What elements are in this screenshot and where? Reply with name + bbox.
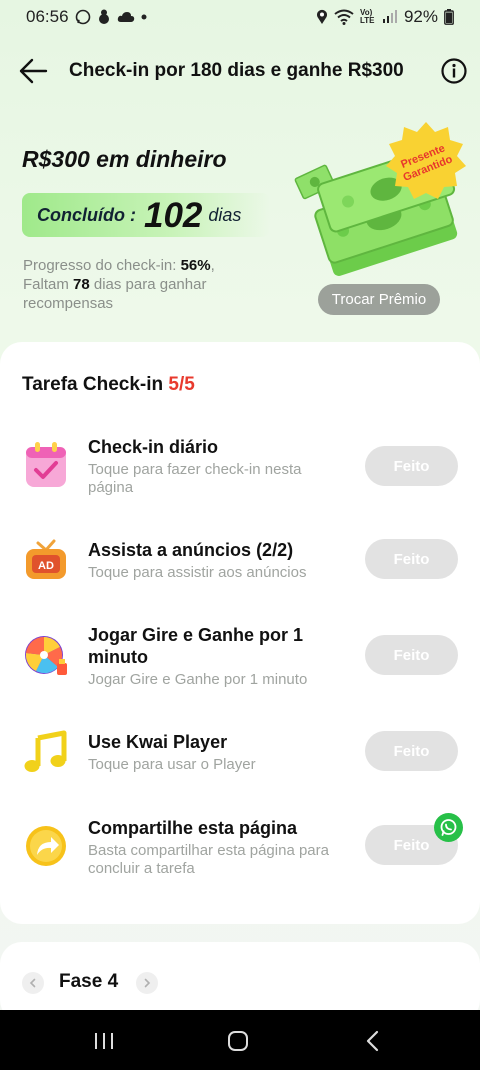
music-note-icon	[24, 730, 68, 774]
task-title: Jogar Gire e Ganhe por 1 minuto	[88, 625, 304, 667]
phase-prev-button[interactable]	[22, 972, 44, 994]
task-title: Assista a anúncios (2/2)	[88, 540, 294, 560]
task-subtitle: Jogar Gire e Ganhe por 1 minuto	[88, 671, 308, 688]
cat-notification-icon	[97, 9, 111, 25]
recent-apps-button[interactable]	[89, 1026, 119, 1056]
task-done-button[interactable]: Feito	[365, 635, 458, 675]
task-done-button[interactable]: Feito	[365, 731, 458, 771]
task-card-title-text: Tarefa Check-in	[22, 374, 169, 395]
signal-icon	[382, 10, 398, 24]
whatsapp-notification-icon	[75, 9, 91, 25]
calendar-icon	[24, 441, 68, 487]
ad-tv-icon: AD	[24, 537, 68, 581]
remaining-days: 78	[73, 276, 90, 293]
status-time: 06:56	[26, 7, 69, 26]
task-title: Use Kwai Player	[88, 732, 228, 752]
whatsapp-icon[interactable]	[434, 813, 463, 842]
task-done-button[interactable]: Feito	[365, 539, 458, 579]
status-bar: 06:56 Vo) LTE 92%	[0, 0, 480, 34]
app-header: Check-in por 180 dias e ganhe R$300	[0, 48, 480, 94]
dot-icon	[141, 14, 147, 20]
phase-label: Fase 4	[59, 971, 119, 992]
system-navigation-bar	[0, 1010, 480, 1070]
share-arrow-icon	[24, 824, 68, 868]
completed-days-value: 102	[143, 195, 203, 235]
chevron-left-icon	[29, 978, 36, 988]
chevron-left-icon	[366, 1030, 379, 1052]
home-button[interactable]	[223, 1026, 253, 1056]
spin-wheel-icon	[24, 633, 68, 677]
task-done-button[interactable]: Feito	[365, 446, 458, 486]
back-button[interactable]	[16, 54, 50, 88]
progress-percent: 56%	[180, 257, 211, 274]
task-title: Check-in diário	[88, 437, 219, 457]
recent-apps-icon	[95, 1033, 113, 1049]
progress-prefix: Progresso do check-in:	[23, 257, 181, 274]
completed-days-pill: Concluído : 102 dias	[22, 193, 270, 237]
page-title: Check-in por 180 dias e ganhe R$300	[69, 60, 404, 81]
battery-icon	[444, 9, 454, 25]
task-subtitle: Toque para usar o Player	[88, 756, 256, 773]
progress-comma: ,	[210, 257, 215, 274]
task-subtitle: Basta compartilhar esta página para conc…	[88, 842, 329, 877]
phase-next-button[interactable]	[136, 972, 158, 994]
back-arrow-icon	[19, 58, 48, 84]
svg-text:AD: AD	[38, 560, 54, 572]
swap-prize-button[interactable]: Trocar Prêmio	[318, 284, 440, 315]
task-title: Compartilhe esta página	[88, 818, 298, 838]
task-subtitle: Toque para assistir aos anúncios	[88, 564, 307, 581]
location-icon	[316, 9, 328, 25]
battery-percent: 92%	[403, 7, 438, 26]
task-card-title: Tarefa Check-in 5/5	[22, 374, 195, 396]
cash-stack-illustration: Presente Garantido	[292, 112, 472, 292]
home-icon	[228, 1031, 248, 1051]
completed-days-unit: dias	[208, 204, 242, 225]
wifi-icon	[334, 9, 354, 25]
completed-label: Concluído :	[37, 204, 136, 225]
info-button[interactable]	[440, 57, 468, 85]
task-count: 5/5	[168, 374, 195, 395]
task-subtitle: Toque para fazer check-in nesta página	[88, 461, 302, 496]
info-icon	[441, 58, 467, 84]
cloud-icon	[117, 11, 135, 23]
remaining-prefix: Faltam	[23, 276, 74, 293]
system-back-button[interactable]	[358, 1026, 388, 1056]
network-type: Vo) LTE	[359, 8, 375, 25]
progress-text: Progresso do check-in: 56%, Faltam 78 di…	[23, 256, 283, 313]
chevron-right-icon	[144, 978, 151, 988]
reward-title: R$300 em dinheiro	[22, 146, 227, 172]
